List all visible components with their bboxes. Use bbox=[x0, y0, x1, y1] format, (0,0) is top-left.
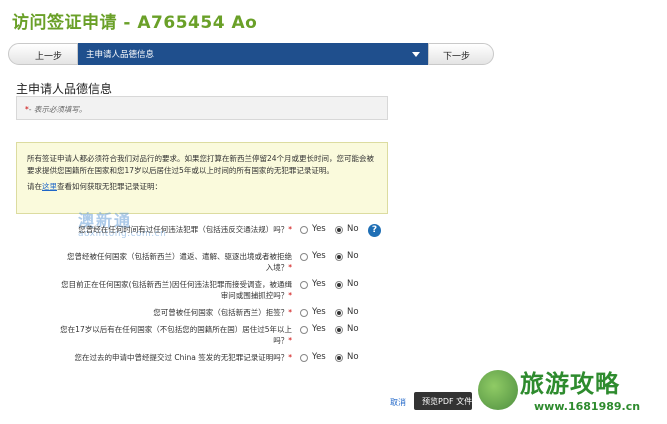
radio-yes[interactable] bbox=[300, 353, 308, 362]
question-label: 您曾经在任何时间有过任何违法犯罪（包括违反交通法规）吗？* bbox=[78, 225, 292, 234]
help-icon[interactable]: ? bbox=[368, 224, 381, 237]
section-select[interactable]: 主申请人品德信息 bbox=[78, 43, 428, 65]
answer-no[interactable]: No bbox=[335, 251, 359, 262]
page-title: 访问签证申请 - A765454 Ao bbox=[12, 13, 258, 33]
radio-no[interactable] bbox=[335, 280, 343, 289]
radio-no[interactable] bbox=[335, 353, 343, 362]
answer-no[interactable]: No bbox=[335, 279, 359, 290]
radio-no[interactable] bbox=[335, 225, 343, 234]
question-label: 您曾经被任何国家（包括新西兰）遣返、遣解、驱逐出境或者被拒绝入境？* bbox=[67, 252, 292, 272]
question-label: 您可曾被任何国家（包括新西兰）拒签？* bbox=[153, 308, 292, 317]
question-label: 您目前正在任何国家(包括新西兰)因任何违法犯罪而接受调查，被通缉审问或围捕抓控吗… bbox=[61, 280, 292, 300]
section-title: 主申请人品德信息 bbox=[16, 82, 113, 96]
radio-yes[interactable] bbox=[300, 308, 308, 317]
wizard-nav: 上一步 主申请人品德信息 下一步 bbox=[8, 43, 494, 65]
required-note: *- 表示必须填写。 bbox=[16, 96, 388, 120]
question-label: 您在过去的申请中曾经提交过 China 签发的无犯罪记录证明吗？* bbox=[74, 353, 292, 362]
radio-no[interactable] bbox=[335, 325, 343, 334]
chevron-down-icon bbox=[412, 52, 420, 57]
notice-paragraph: 所有签证申请人都必须符合我们对品行的要求。如果您打算在新西兰停留24个月或更长时… bbox=[27, 154, 375, 175]
notice-link-line: 请在这里查看如何获取无犯罪记录证明： bbox=[27, 181, 377, 193]
answer-yes[interactable]: Yes bbox=[300, 224, 326, 235]
radio-no[interactable] bbox=[335, 308, 343, 317]
radio-no[interactable] bbox=[335, 252, 343, 261]
answer-no[interactable]: No bbox=[335, 352, 359, 363]
next-step-button[interactable]: 下一步 bbox=[428, 43, 494, 65]
preview-pdf-button[interactable]: 预览PDF 文件 bbox=[414, 392, 472, 410]
section-select-value: 主申请人品德信息 bbox=[86, 50, 155, 60]
cancel-link[interactable]: 取消 bbox=[390, 397, 406, 408]
notice-link-suffix: 查看如何获取无犯罪记录证明： bbox=[57, 182, 162, 191]
logo-leaf-icon bbox=[478, 370, 518, 410]
logo-brand: 旅游攻略 bbox=[520, 369, 620, 398]
required-note-text: - 表示必须填写。 bbox=[28, 105, 87, 114]
answer-no[interactable]: No bbox=[335, 324, 359, 335]
answer-yes[interactable]: Yes bbox=[300, 307, 326, 318]
answer-yes[interactable]: Yes bbox=[300, 352, 326, 363]
radio-yes[interactable] bbox=[300, 325, 308, 334]
corner-watermark-logo: 旅游攻略 www.1681989.cn bbox=[478, 362, 667, 424]
prev-step-button[interactable]: 上一步 bbox=[8, 43, 78, 65]
logo-url: www.1681989.cn bbox=[534, 400, 641, 413]
answer-yes[interactable]: Yes bbox=[300, 279, 326, 290]
radio-yes[interactable] bbox=[300, 252, 308, 261]
answer-yes[interactable]: Yes bbox=[300, 324, 326, 335]
notice-link-prefix: 请在 bbox=[27, 182, 42, 191]
notice-here-link[interactable]: 这里 bbox=[42, 182, 57, 191]
character-notice: 所有签证申请人都必须符合我们对品行的要求。如果您打算在新西兰停留24个月或更长时… bbox=[16, 142, 388, 214]
answer-no[interactable]: No bbox=[335, 224, 359, 235]
answer-no[interactable]: No bbox=[335, 307, 359, 318]
answer-yes[interactable]: Yes bbox=[300, 251, 326, 262]
radio-yes[interactable] bbox=[300, 280, 308, 289]
radio-yes[interactable] bbox=[300, 225, 308, 234]
question-label: 您在17岁以后有在任何国家（不包括您的国籍所在国）居住过5年以上吗？* bbox=[60, 325, 292, 345]
